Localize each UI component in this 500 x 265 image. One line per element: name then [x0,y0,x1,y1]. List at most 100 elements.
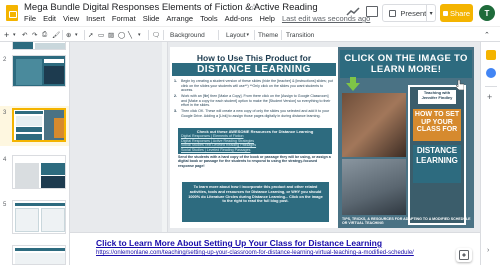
card-distance-heading: DISTANCE LEARNING [413,145,461,183]
resource-link[interactable]: Social Studies | Leveled Reading Passage… [181,148,329,152]
slide-thumbnail[interactable] [12,55,66,87]
vertical-ruler [162,42,168,232]
share-button[interactable]: Share [440,4,473,22]
image-icon[interactable]: ▨ [108,29,114,41]
undo-icon[interactable]: ↶ [22,29,27,41]
slide-canvas[interactable]: How to Use This Product for DISTANCE LEA… [70,42,480,232]
transition-button[interactable]: Transition [286,29,314,41]
layout-label: Layout [226,31,246,39]
click-image-banner[interactable]: CLICK ON THE IMAGE TO LEARN MORE! [340,50,472,78]
print-icon[interactable]: ⎙ [42,29,47,41]
slide-thumbnail[interactable] [12,155,66,189]
notes-link-title[interactable]: Click to Learn More About Setting Up You… [96,238,382,248]
menu-bar: File Edit View Insert Format Slide Arran… [24,14,370,23]
cursor-hand-icon [456,80,464,90]
slide-thumbnail[interactable] [12,200,66,234]
keep-icon[interactable] [486,50,496,60]
menu-addons[interactable]: Add-ons [225,14,253,23]
step-text: Then click OK. These will create a new c… [181,108,330,118]
notes-link-url[interactable]: https://onlemonlane.com/teaching/setting… [96,250,414,256]
add-addon-plus-icon[interactable]: + [487,92,492,102]
collapse-toolbar-icon[interactable]: ⌃ [484,29,490,41]
tasks-icon[interactable] [486,68,496,78]
step-number: 3. [174,108,177,113]
toolbar-divider [218,30,219,40]
present-label: Present [400,8,427,18]
menu-help[interactable]: Help [260,14,275,23]
speaker-notes[interactable]: Click to Learn More About Setting Up You… [70,232,480,265]
menu-format[interactable]: Format [112,14,136,23]
menu-insert[interactable]: Insert [86,14,105,23]
side-panel: + › [480,42,500,265]
document-title[interactable]: Mega Bundle Digital Responses Elements o… [24,2,318,13]
instruction-step: 1. Begin by creating a student version o… [174,79,334,93]
slide-number: 5 [3,202,7,208]
zoom-chevron-icon[interactable]: ▾ [75,29,78,41]
student-photo [342,93,406,157]
current-slide[interactable]: How to Use This Product for DISTANCE LEA… [170,47,474,228]
layout-chevron-icon: ▾ [246,32,250,38]
avatar[interactable]: T [479,5,495,21]
slide-filmstrip[interactable]: 2 3 4 5 [0,42,70,265]
toolbar-divider [84,30,85,40]
menu-file[interactable]: File [24,14,36,23]
line-chevron-icon[interactable]: ▾ [138,29,141,41]
new-slide-chevron-icon[interactable]: ▾ [13,29,16,41]
slide-thumbnail-selected[interactable] [12,108,66,142]
explore-button[interactable] [456,248,472,262]
toolbar: + ▾ ↶ ↷ ⎙ 🖌 ⊕ ▾ ➚ ▭ ▨ ◯ ╲ ▾ 🗨 Background… [0,26,500,42]
present-button[interactable]: Present ▾ [382,4,436,22]
line-icon[interactable]: ╲ [128,29,132,41]
slides-logo-icon[interactable] [6,5,18,21]
present-dropdown-chevron-icon[interactable]: ▾ [426,5,435,21]
send-students-text[interactable]: Send the students with a hard copy of th… [178,155,333,168]
menu-edit[interactable]: Edit [43,14,56,23]
explore-icon [459,250,469,260]
toolbar-divider [62,30,63,40]
menu-view[interactable]: View [63,14,79,23]
layout-button[interactable]: Layout ▾ [226,29,249,41]
redo-icon[interactable]: ↷ [32,29,37,41]
comment-icon[interactable] [366,6,378,17]
step-number: 1. [174,79,177,83]
paint-format-icon[interactable]: 🖌 [52,29,60,41]
resources-box[interactable]: Check out these AWESOME Resources for Di… [178,128,332,154]
slides-app: Mega Bundle Digital Responses Elements o… [0,0,500,265]
activity-trend-icon[interactable] [346,7,360,17]
zoom-icon[interactable]: ⊕ [66,29,71,41]
slide-title-line1[interactable]: How to Use This Product for [174,53,334,63]
shape-icon[interactable]: ◯ [118,29,125,41]
menu-tools[interactable]: Tools [200,14,218,23]
step-number: 2. [174,93,177,98]
theme-button[interactable]: Theme [258,29,278,41]
laptop-photo [342,159,406,215]
step-text: Work with an [file] then [Make a Copy]. … [181,93,331,108]
menu-arrange[interactable]: Arrange [166,14,193,23]
slide-thumbnail[interactable] [12,245,66,265]
slide-number: 2 [3,57,7,63]
text-box-icon[interactable]: ▭ [98,29,104,41]
star-icon[interactable]: ☆ [250,2,258,13]
toolbar-divider [163,30,164,40]
toolbar-divider [254,30,255,40]
toolbar-divider [148,30,149,40]
tips-caption: TIPS, TRICKS, & RESOURCES FOR ADAPTING T… [342,217,471,226]
instruction-steps[interactable]: 1. Begin by creating a student version o… [174,79,334,119]
expand-panel-chevron-icon[interactable]: › [487,247,489,254]
blog-cover-card[interactable]: Teaching with Jennifer Findley HOW TO SE… [408,85,466,225]
card-how-to-heading: HOW TO SET UP YOUR CLASS FOR [413,109,461,141]
background-button[interactable]: Background [170,29,205,41]
comment-add-icon[interactable]: 🗨 [152,29,160,41]
side-panel-divider [485,86,497,87]
instruction-step: 2. Work with an [file] then [Make a Copy… [174,94,334,108]
slide-thumbnail[interactable] [12,42,66,50]
toolbar-divider [281,30,282,40]
menu-slide[interactable]: Slide [143,14,160,23]
slide-title-line2[interactable]: DISTANCE LEARNING [172,63,336,76]
app-header: Mega Bundle Digital Responses Elements o… [0,0,500,26]
present-icon [389,9,397,17]
select-cursor-icon[interactable]: ➚ [88,29,93,41]
learn-more-box[interactable]: To learn more about how I incorporate th… [182,182,329,222]
slide-number: 3 [3,110,7,116]
new-slide-plus-icon[interactable]: + [4,29,9,41]
